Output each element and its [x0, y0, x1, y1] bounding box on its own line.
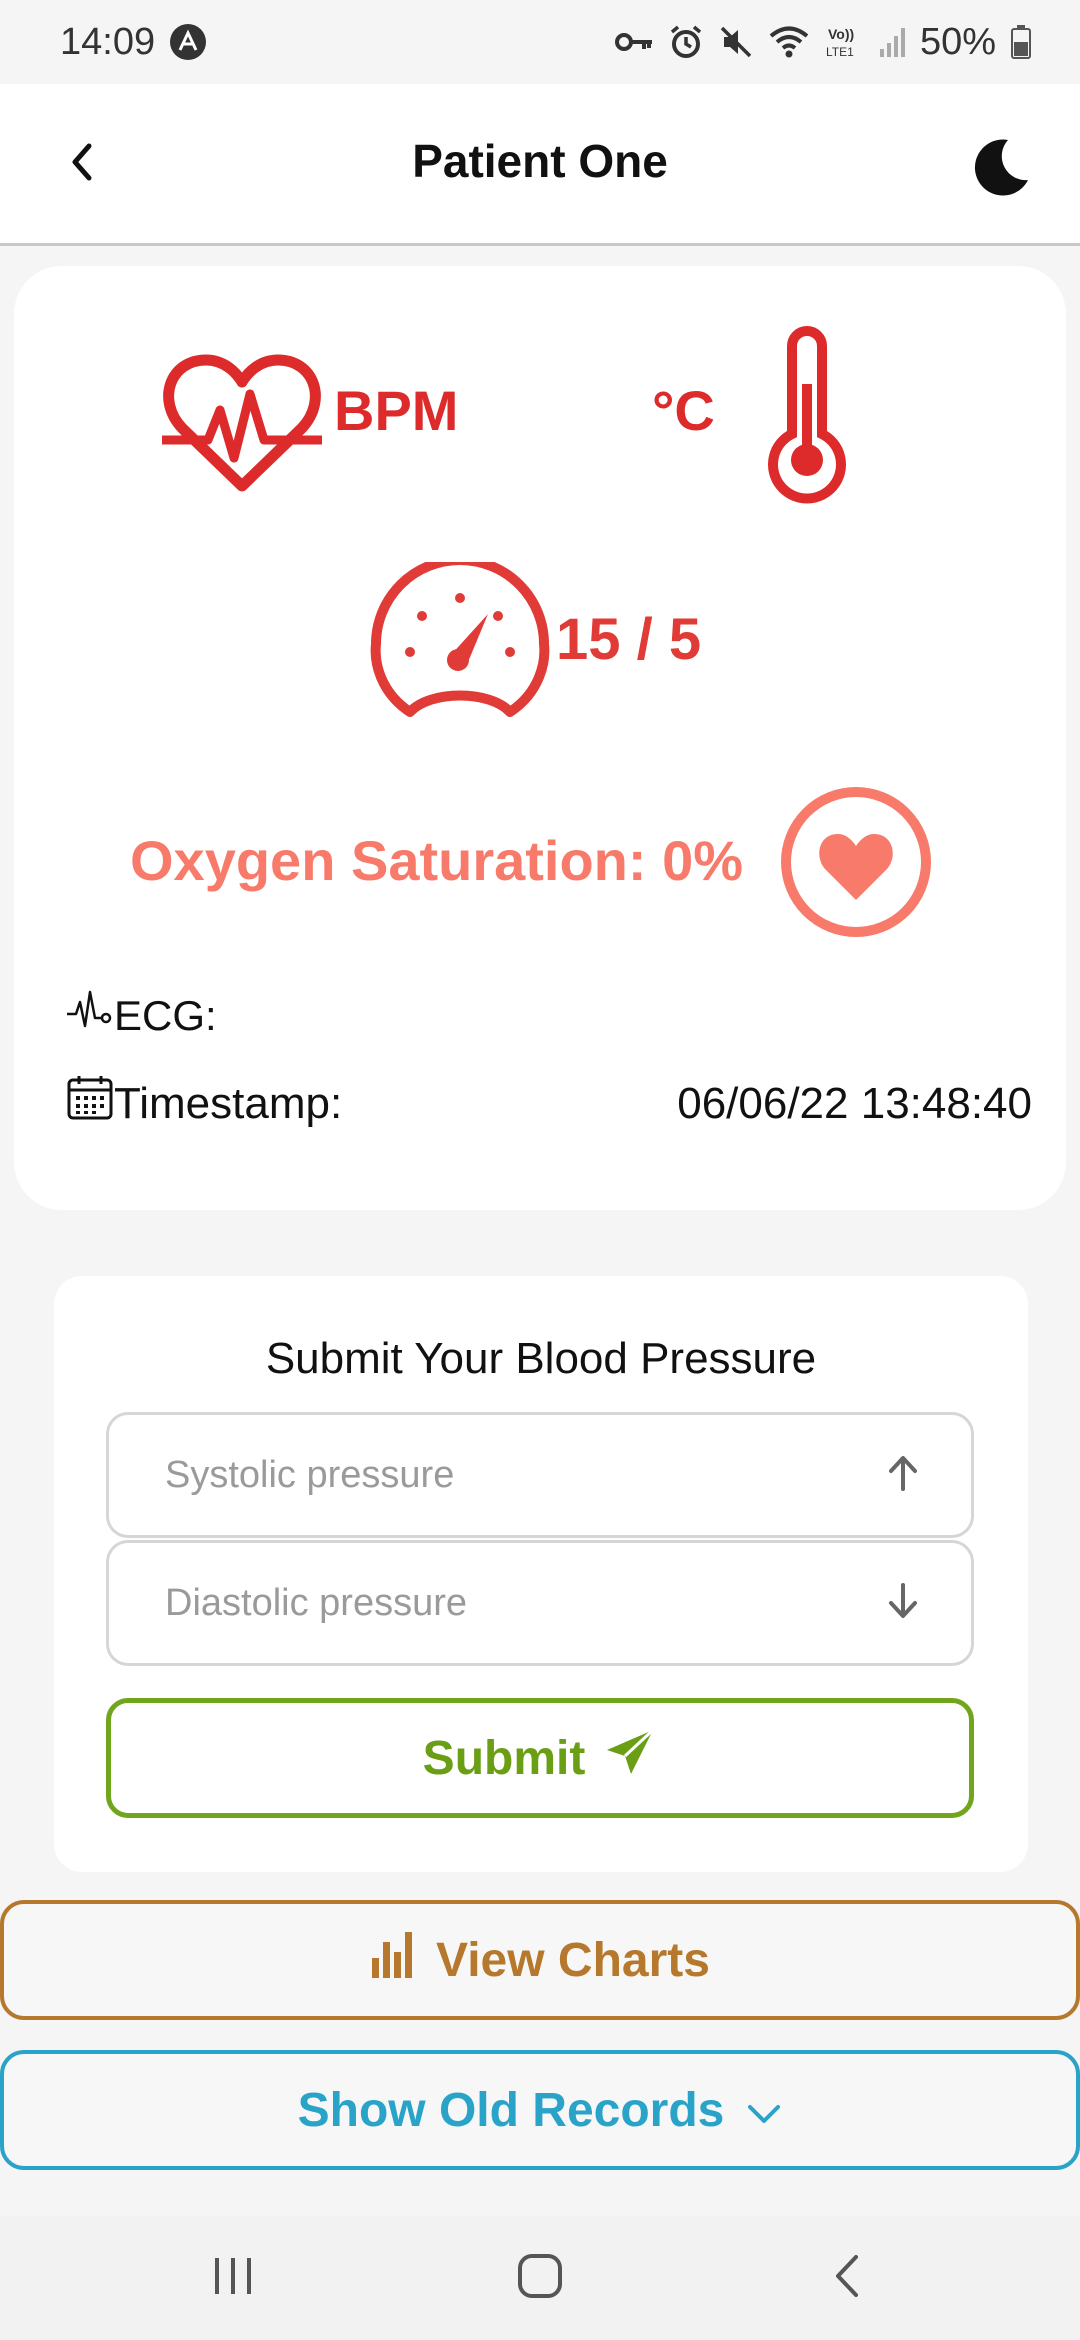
show-old-records-label: Show Old Records	[297, 2083, 725, 2137]
theme-toggle-button[interactable]	[970, 136, 1032, 198]
back-icon	[832, 2253, 862, 2304]
home-icon	[517, 2253, 563, 2304]
moon-icon	[970, 139, 1032, 202]
wifi-icon	[768, 24, 810, 60]
page-title: Patient One	[412, 135, 668, 187]
status-time: 14:09	[60, 20, 156, 63]
bpm-label: BPM	[334, 379, 459, 442]
oxygen-heart-icon	[778, 784, 934, 945]
battery-icon	[1010, 24, 1032, 60]
send-icon	[605, 1726, 657, 1790]
chevron-down-icon	[746, 2083, 782, 2138]
arrow-down-icon	[885, 1581, 921, 1626]
show-old-records-button[interactable]: Show Old Records	[0, 2050, 1080, 2170]
ecg-label: ECG:	[114, 992, 217, 1039]
blood-pressure-value: 15 / 5	[556, 607, 702, 672]
signal-icon	[878, 25, 906, 59]
key-icon	[614, 27, 654, 57]
bar-chart-icon	[370, 1928, 414, 1992]
ecg-wave-icon	[66, 986, 114, 1046]
system-back-button[interactable]	[787, 2238, 907, 2318]
status-bar: 14:09 Vo)) LTE1 50%	[0, 0, 1080, 84]
mute-icon	[718, 24, 754, 60]
view-charts-label: View Charts	[436, 1933, 710, 1987]
oxygen-saturation-label: Oxygen Saturation: 0%	[130, 829, 744, 892]
temperature-label: °C	[652, 379, 715, 442]
submit-label: Submit	[422, 1731, 586, 1785]
form-heading: Submit Your Blood Pressure	[265, 1334, 817, 1383]
app-notification-icon	[169, 23, 207, 61]
arrow-up-icon	[885, 1453, 921, 1498]
battery-percent: 50%	[919, 20, 996, 63]
recent-apps-button[interactable]	[173, 2238, 293, 2318]
recent-apps-icon	[211, 2254, 255, 2303]
thermometer-icon	[762, 324, 852, 509]
app-bar: Patient One	[0, 84, 1080, 246]
diastolic-field[interactable]	[106, 1540, 974, 1666]
timestamp-row: Timestamp: 06/06/22 13:48:40	[66, 1074, 1032, 1133]
vitals-card: BPM °C 15 / 5 Oxygen Saturation: 0% ECG:	[14, 266, 1066, 1210]
timestamp-value: 06/06/22 13:48:40	[677, 1078, 1032, 1128]
timestamp-label: Timestamp:	[114, 1078, 343, 1128]
blood-pressure-form: Submit Your Blood Pressure Submit	[54, 1276, 1028, 1872]
diastolic-input[interactable]	[163, 1580, 885, 1626]
view-charts-button[interactable]: View Charts	[0, 1900, 1080, 2020]
submit-button[interactable]: Submit	[106, 1698, 974, 1818]
heart-rate-icon	[162, 348, 322, 503]
svg-text:Vo)): Vo))	[828, 26, 854, 42]
ecg-row: ECG:	[66, 986, 217, 1046]
systolic-field[interactable]	[106, 1412, 974, 1538]
system-navigation-bar	[0, 2216, 1080, 2340]
home-button[interactable]	[480, 2238, 600, 2318]
alarm-icon	[668, 24, 704, 60]
blood-pressure-gauge-icon	[370, 555, 550, 727]
volte-icon: Vo)) LTE1	[824, 24, 864, 60]
calendar-icon	[66, 1074, 114, 1133]
svg-text:LTE1: LTE1	[826, 45, 854, 59]
systolic-input[interactable]	[163, 1452, 885, 1498]
